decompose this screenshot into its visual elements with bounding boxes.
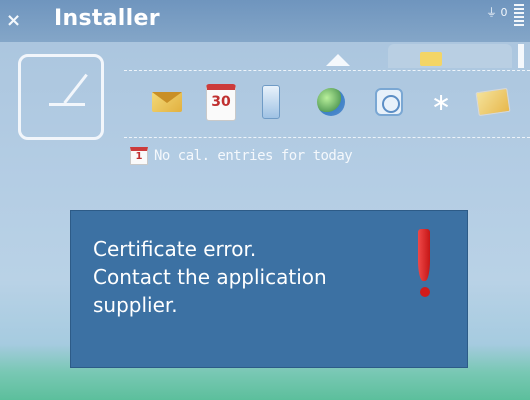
exclamation-icon [415,229,433,299]
error-dialog[interactable]: Certificate error. Contact the applicati… [70,210,468,368]
calendar-entry-text: No cal. entries for today [154,148,353,164]
message-line-3: supplier. [93,293,178,317]
messages-icon[interactable] [475,85,511,119]
dialog-message: Certificate error. Contact the applicati… [93,235,393,319]
message-line-1: Certificate error. [93,237,257,261]
clock-icon[interactable] [372,85,406,119]
tab-folder[interactable] [388,44,512,68]
phone-icon[interactable] [254,85,288,119]
shortcut-bar: 30 ∗ [124,70,530,138]
message-line-2: Contact the application [93,265,327,289]
web-globe-icon[interactable] [314,85,348,119]
app-title: Installer [54,6,160,31]
mail-icon[interactable] [150,85,184,119]
clock-minute-hand [49,103,85,106]
close-icon[interactable]: × [6,10,21,31]
calendar-entry-row[interactable]: 1 No cal. entries for today [130,146,353,166]
status-count: 0 [500,6,508,19]
battery-bars-icon [514,4,524,28]
calendar-small-icon: 1 [130,147,148,165]
calendar-icon[interactable]: 30 [204,83,238,121]
bluetooth-icon[interactable]: ∗ [424,85,458,119]
analog-clock-widget[interactable] [18,54,104,140]
tab-edge [518,44,524,68]
status-indicators: ⏚ 0 [486,4,524,28]
clock-hour-hand [63,73,88,104]
signal-icon: ⏚ [486,6,497,19]
folder-icon [420,52,442,66]
tab-home[interactable] [326,54,350,66]
title-bar: × Installer ⏚ 0 [0,0,530,42]
